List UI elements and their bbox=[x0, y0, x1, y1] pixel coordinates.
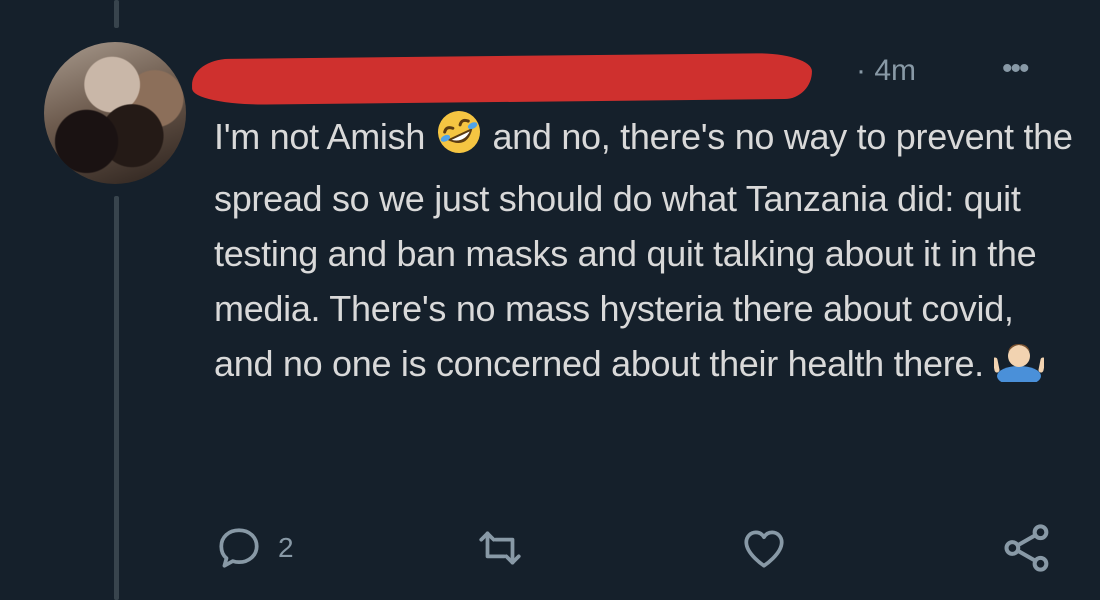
man-shrugging-emoji bbox=[992, 336, 1046, 397]
like-button[interactable] bbox=[738, 520, 790, 576]
reply-count: 2 bbox=[278, 532, 294, 563]
timestamp[interactable]: · 4m bbox=[856, 54, 916, 88]
timestamp-value: 4m bbox=[874, 54, 917, 87]
avatar[interactable] bbox=[44, 42, 186, 184]
share-button[interactable] bbox=[1000, 520, 1054, 576]
tweet-header: · 4m ••• bbox=[191, 52, 1060, 106]
retweet-button[interactable] bbox=[474, 520, 526, 576]
reply-icon bbox=[214, 523, 264, 573]
redacted-username bbox=[191, 52, 813, 106]
more-options-icon[interactable]: ••• bbox=[1002, 52, 1029, 86]
tweet-text: I'm not Amish and no, there's no way to … bbox=[214, 108, 1074, 397]
thread-line-top bbox=[114, 0, 119, 28]
rolling-on-floor-laughing-emoji bbox=[435, 108, 483, 171]
retweet-icon bbox=[474, 523, 526, 573]
like-icon bbox=[738, 523, 790, 573]
tweet-text-part-1: I'm not Amish bbox=[214, 116, 435, 158]
tweet-actions: 2 bbox=[0, 520, 1100, 580]
share-icon bbox=[1000, 521, 1054, 575]
reply-button[interactable]: 2 bbox=[214, 520, 294, 576]
